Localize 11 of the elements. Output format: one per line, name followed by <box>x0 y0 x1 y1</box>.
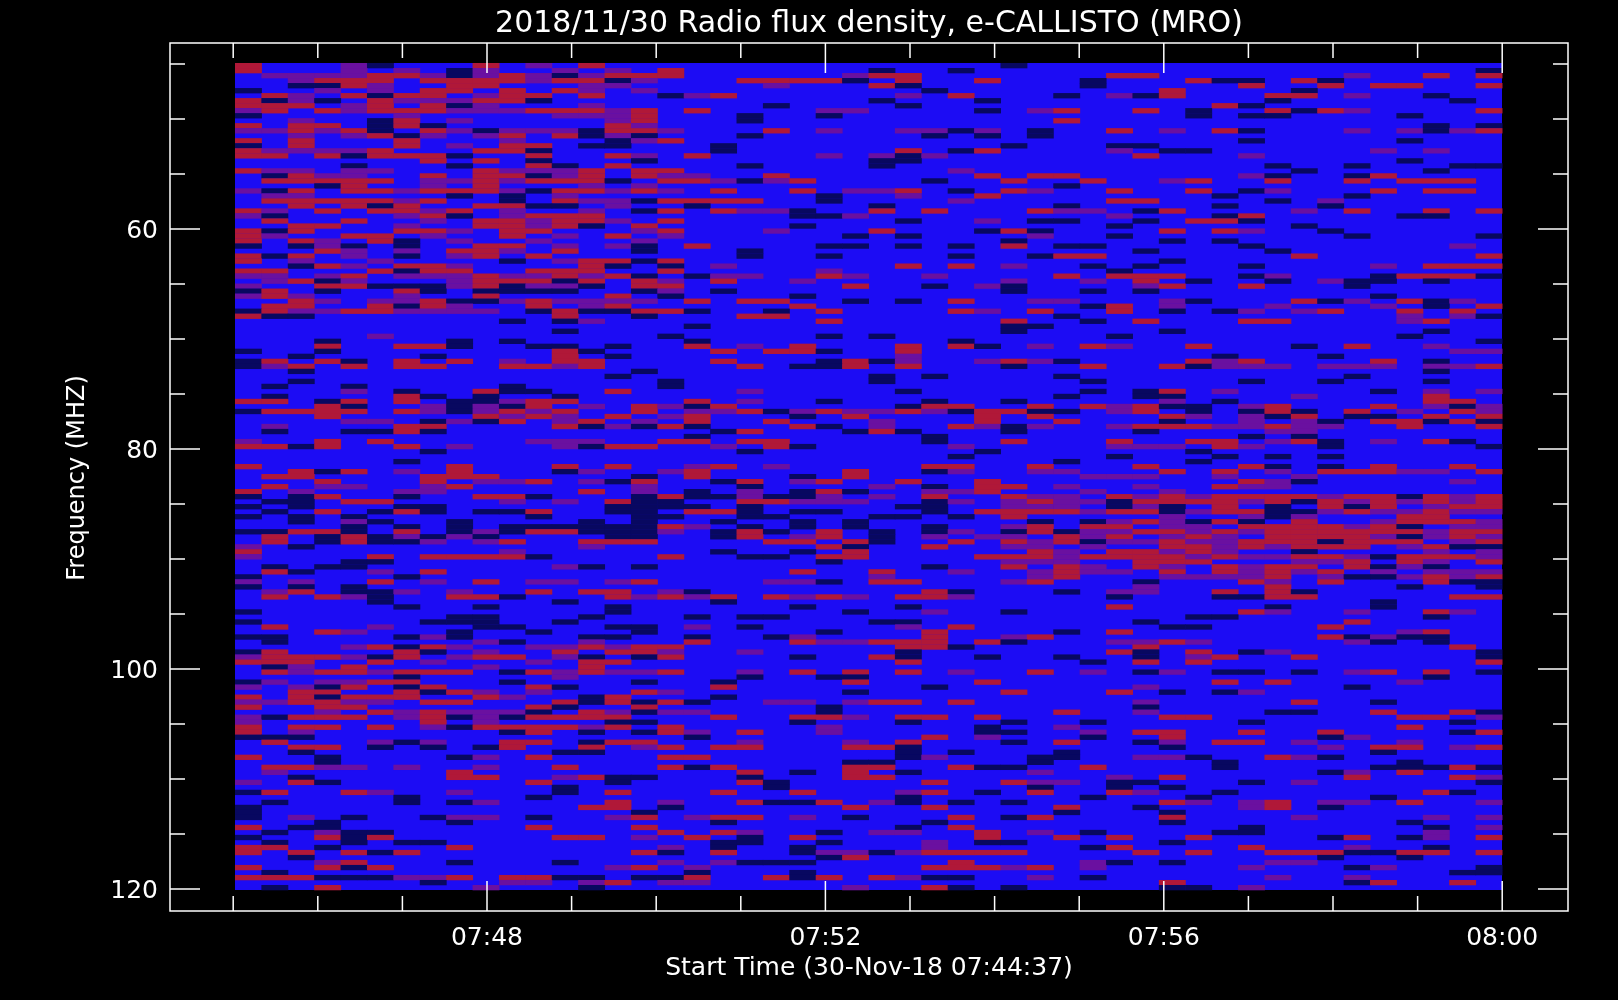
x-axis-label: Start Time (30-Nov-18 07:44:37) <box>665 952 1073 981</box>
y-tick-label: 80 <box>126 435 158 464</box>
chart-title: 2018/11/30 Radio flux density, e-CALLISTO (MRO) <box>495 4 1243 39</box>
x-tick-label: 07:56 <box>1127 922 1200 951</box>
y-axis-label: Frequency (MHZ) <box>62 375 90 581</box>
x-tick-label: 07:48 <box>451 922 523 951</box>
y-tick-label: 100 <box>110 655 158 684</box>
x-tick-label: 08:00 <box>1466 922 1539 951</box>
x-tick-label: 07:52 <box>789 922 862 951</box>
y-tick-label: 60 <box>126 215 158 244</box>
y-tick-label: 120 <box>110 875 158 904</box>
